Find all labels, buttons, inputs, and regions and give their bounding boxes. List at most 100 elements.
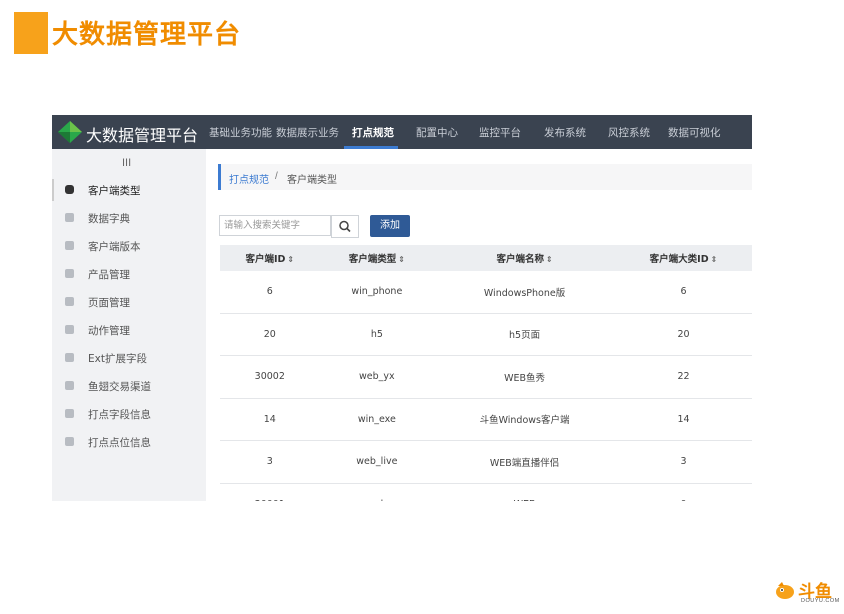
sidebar-item-label: 打点字段信息 [88, 409, 151, 421]
cell-client-type: win_phone [319, 271, 435, 314]
cell-category-id: 6 [614, 271, 752, 314]
sidebar-item-label: 动作管理 [88, 325, 130, 337]
sidebar-item-tracking-points[interactable]: 打点点位信息 [52, 429, 206, 455]
ext-icon [65, 353, 74, 362]
logo-icon [58, 121, 82, 143]
table-row[interactable]: 30002 web_yx WEB鱼秀 22 [220, 355, 752, 399]
active-nav-indicator [344, 146, 398, 149]
cell-client-name: WindowsPhone版 [434, 271, 615, 314]
product-icon [65, 269, 74, 278]
search-icon [339, 220, 351, 233]
nav-release[interactable]: 发布系统 [544, 125, 586, 140]
fish-mascot-icon [776, 582, 794, 599]
add-button[interactable]: 添加 [370, 215, 410, 237]
dictionary-icon [65, 213, 74, 222]
client-type-icon [65, 185, 74, 194]
version-icon [65, 241, 74, 250]
sidebar-item-label: 客户端类型 [88, 185, 141, 197]
nav-risk-control[interactable]: 风控系统 [608, 125, 650, 140]
nav-data-display[interactable]: 数据展示业务 [276, 125, 339, 140]
slide-accent-bar [14, 12, 48, 54]
cell-client-id: 14 [220, 398, 320, 441]
nav-monitor[interactable]: 监控平台 [479, 125, 521, 140]
table-header-row: 客户端ID ⇕ 客户端类型 ⇕ 客户端名称 ⇕ 客户端大类ID ⇕ [220, 245, 752, 271]
douyu-watermark: 斗鱼 DOUYU.COM [774, 578, 840, 606]
cell-client-name: 斗鱼Windows客户端 [434, 398, 615, 441]
sidebar-item-data-dictionary[interactable]: 数据字典 [52, 205, 206, 231]
breadcrumb-current: 客户端类型 [287, 175, 337, 186]
col-client-name[interactable]: 客户端名称 ⇕ [434, 245, 615, 271]
cell-category-id: 3 [614, 440, 752, 484]
sidebar-item-client-version[interactable]: 客户端版本 [52, 233, 206, 259]
sidebar-item-label: 页面管理 [88, 297, 130, 309]
sidebar-item-payment-channel[interactable]: 鱼翅交易渠道 [52, 373, 206, 399]
cell-client-id: 6 [220, 271, 320, 314]
nav-basic-business[interactable]: 基础业务功能 [209, 125, 272, 140]
sort-icon: ⇕ [545, 255, 553, 264]
sidebar-item-label: 客户端版本 [88, 241, 141, 253]
col-client-category-id[interactable]: 客户端大类ID ⇕ [614, 245, 752, 271]
cell-client-id: 30001 [220, 483, 320, 501]
header-label: 客户端名称 [496, 254, 544, 265]
breadcrumb-separator: / [275, 171, 278, 182]
sidebar-item-page[interactable]: 页面管理 [52, 289, 206, 315]
page-icon [65, 297, 74, 306]
brand-name: 大数据管理平台 [86, 126, 199, 145]
cell-client-id: 20 [220, 313, 320, 356]
cell-client-type: web_yx [319, 355, 435, 399]
action-icon [65, 325, 74, 334]
sort-icon: ⇕ [287, 255, 295, 264]
table-row[interactable]: 3 web_live WEB端直播伴侣 3 [220, 440, 752, 484]
sidebar-item-label: 数据字典 [88, 213, 130, 225]
cell-client-name: h5页面 [434, 313, 615, 356]
cell-client-type: web_live [319, 440, 435, 484]
sidebar-toggle[interactable]: III [122, 157, 131, 169]
col-client-id[interactable]: 客户端ID ⇕ [220, 245, 320, 271]
search-input[interactable] [219, 215, 331, 236]
nav-visualization[interactable]: 数据可视化 [668, 125, 721, 140]
breadcrumb-parent[interactable]: 打点规范 [229, 171, 269, 186]
table-row[interactable]: 6 win_phone WindowsPhone版 6 [220, 271, 752, 314]
table-row[interactable]: 14 win_exe 斗鱼Windows客户端 14 [220, 398, 752, 441]
sidebar-item-action[interactable]: 动作管理 [52, 317, 206, 343]
header-label: 客户端ID [245, 254, 286, 265]
top-navbar: 大数据管理平台 基础业务功能 数据展示业务 打点规范 配置中心 监控平台 发布系… [52, 115, 752, 149]
header-label: 客户端类型 [348, 254, 397, 265]
slide-title: 大数据管理平台 [52, 20, 242, 50]
breadcrumb: 打点规范 / 客户端类型 [218, 164, 752, 190]
channel-icon [65, 381, 74, 390]
cell-category-id: 0 [614, 483, 752, 501]
table-row[interactable]: 30001 web WEB 0 [220, 483, 752, 501]
sidebar-item-label: Ext扩展字段 [88, 353, 147, 365]
sort-icon: ⇕ [710, 255, 718, 264]
cell-category-id: 20 [614, 313, 752, 356]
sidebar-item-ext-fields[interactable]: Ext扩展字段 [52, 345, 206, 371]
search-button[interactable] [331, 215, 359, 238]
cell-client-id: 30002 [220, 355, 320, 399]
header-label: 客户端大类ID [649, 254, 709, 265]
cell-client-type: win_exe [319, 398, 435, 441]
app-window: 大数据管理平台 基础业务功能 数据展示业务 打点规范 配置中心 监控平台 发布系… [52, 115, 752, 501]
sidebar: III 客户端类型 数据字典 客户端版本 产品管理 页面管理 动作管理 Ext扩… [52, 149, 206, 501]
cell-client-type: web [319, 483, 435, 501]
cell-category-id: 22 [614, 355, 752, 399]
sidebar-item-tracking-fields[interactable]: 打点字段信息 [52, 401, 206, 427]
cell-client-name: WEB端直播伴侣 [434, 440, 615, 484]
sidebar-item-label: 鱼翅交易渠道 [88, 381, 151, 393]
nav-config-center[interactable]: 配置中心 [416, 125, 458, 140]
cell-client-name: WEB鱼秀 [434, 355, 615, 399]
sort-icon: ⇕ [398, 255, 405, 264]
col-client-type[interactable]: 客户端类型 ⇕ [319, 245, 435, 271]
sidebar-item-label: 打点点位信息 [88, 437, 151, 449]
table-row[interactable]: 20 h5 h5页面 20 [220, 313, 752, 356]
nav-tracking-spec[interactable]: 打点规范 [352, 125, 394, 140]
sidebar-item-client-type[interactable]: 客户端类型 [52, 177, 206, 203]
fields-icon [65, 409, 74, 418]
cell-client-id: 3 [220, 440, 320, 484]
cell-client-type: h5 [319, 313, 435, 356]
client-type-table: 客户端ID ⇕ 客户端类型 ⇕ 客户端名称 ⇕ 客户端大类ID ⇕ 6 win_phon… [220, 245, 752, 501]
sidebar-item-label: 产品管理 [88, 269, 130, 281]
cell-category-id: 14 [614, 398, 752, 441]
douyu-domain: DOUYU.COM [801, 598, 840, 604]
sidebar-item-product[interactable]: 产品管理 [52, 261, 206, 287]
